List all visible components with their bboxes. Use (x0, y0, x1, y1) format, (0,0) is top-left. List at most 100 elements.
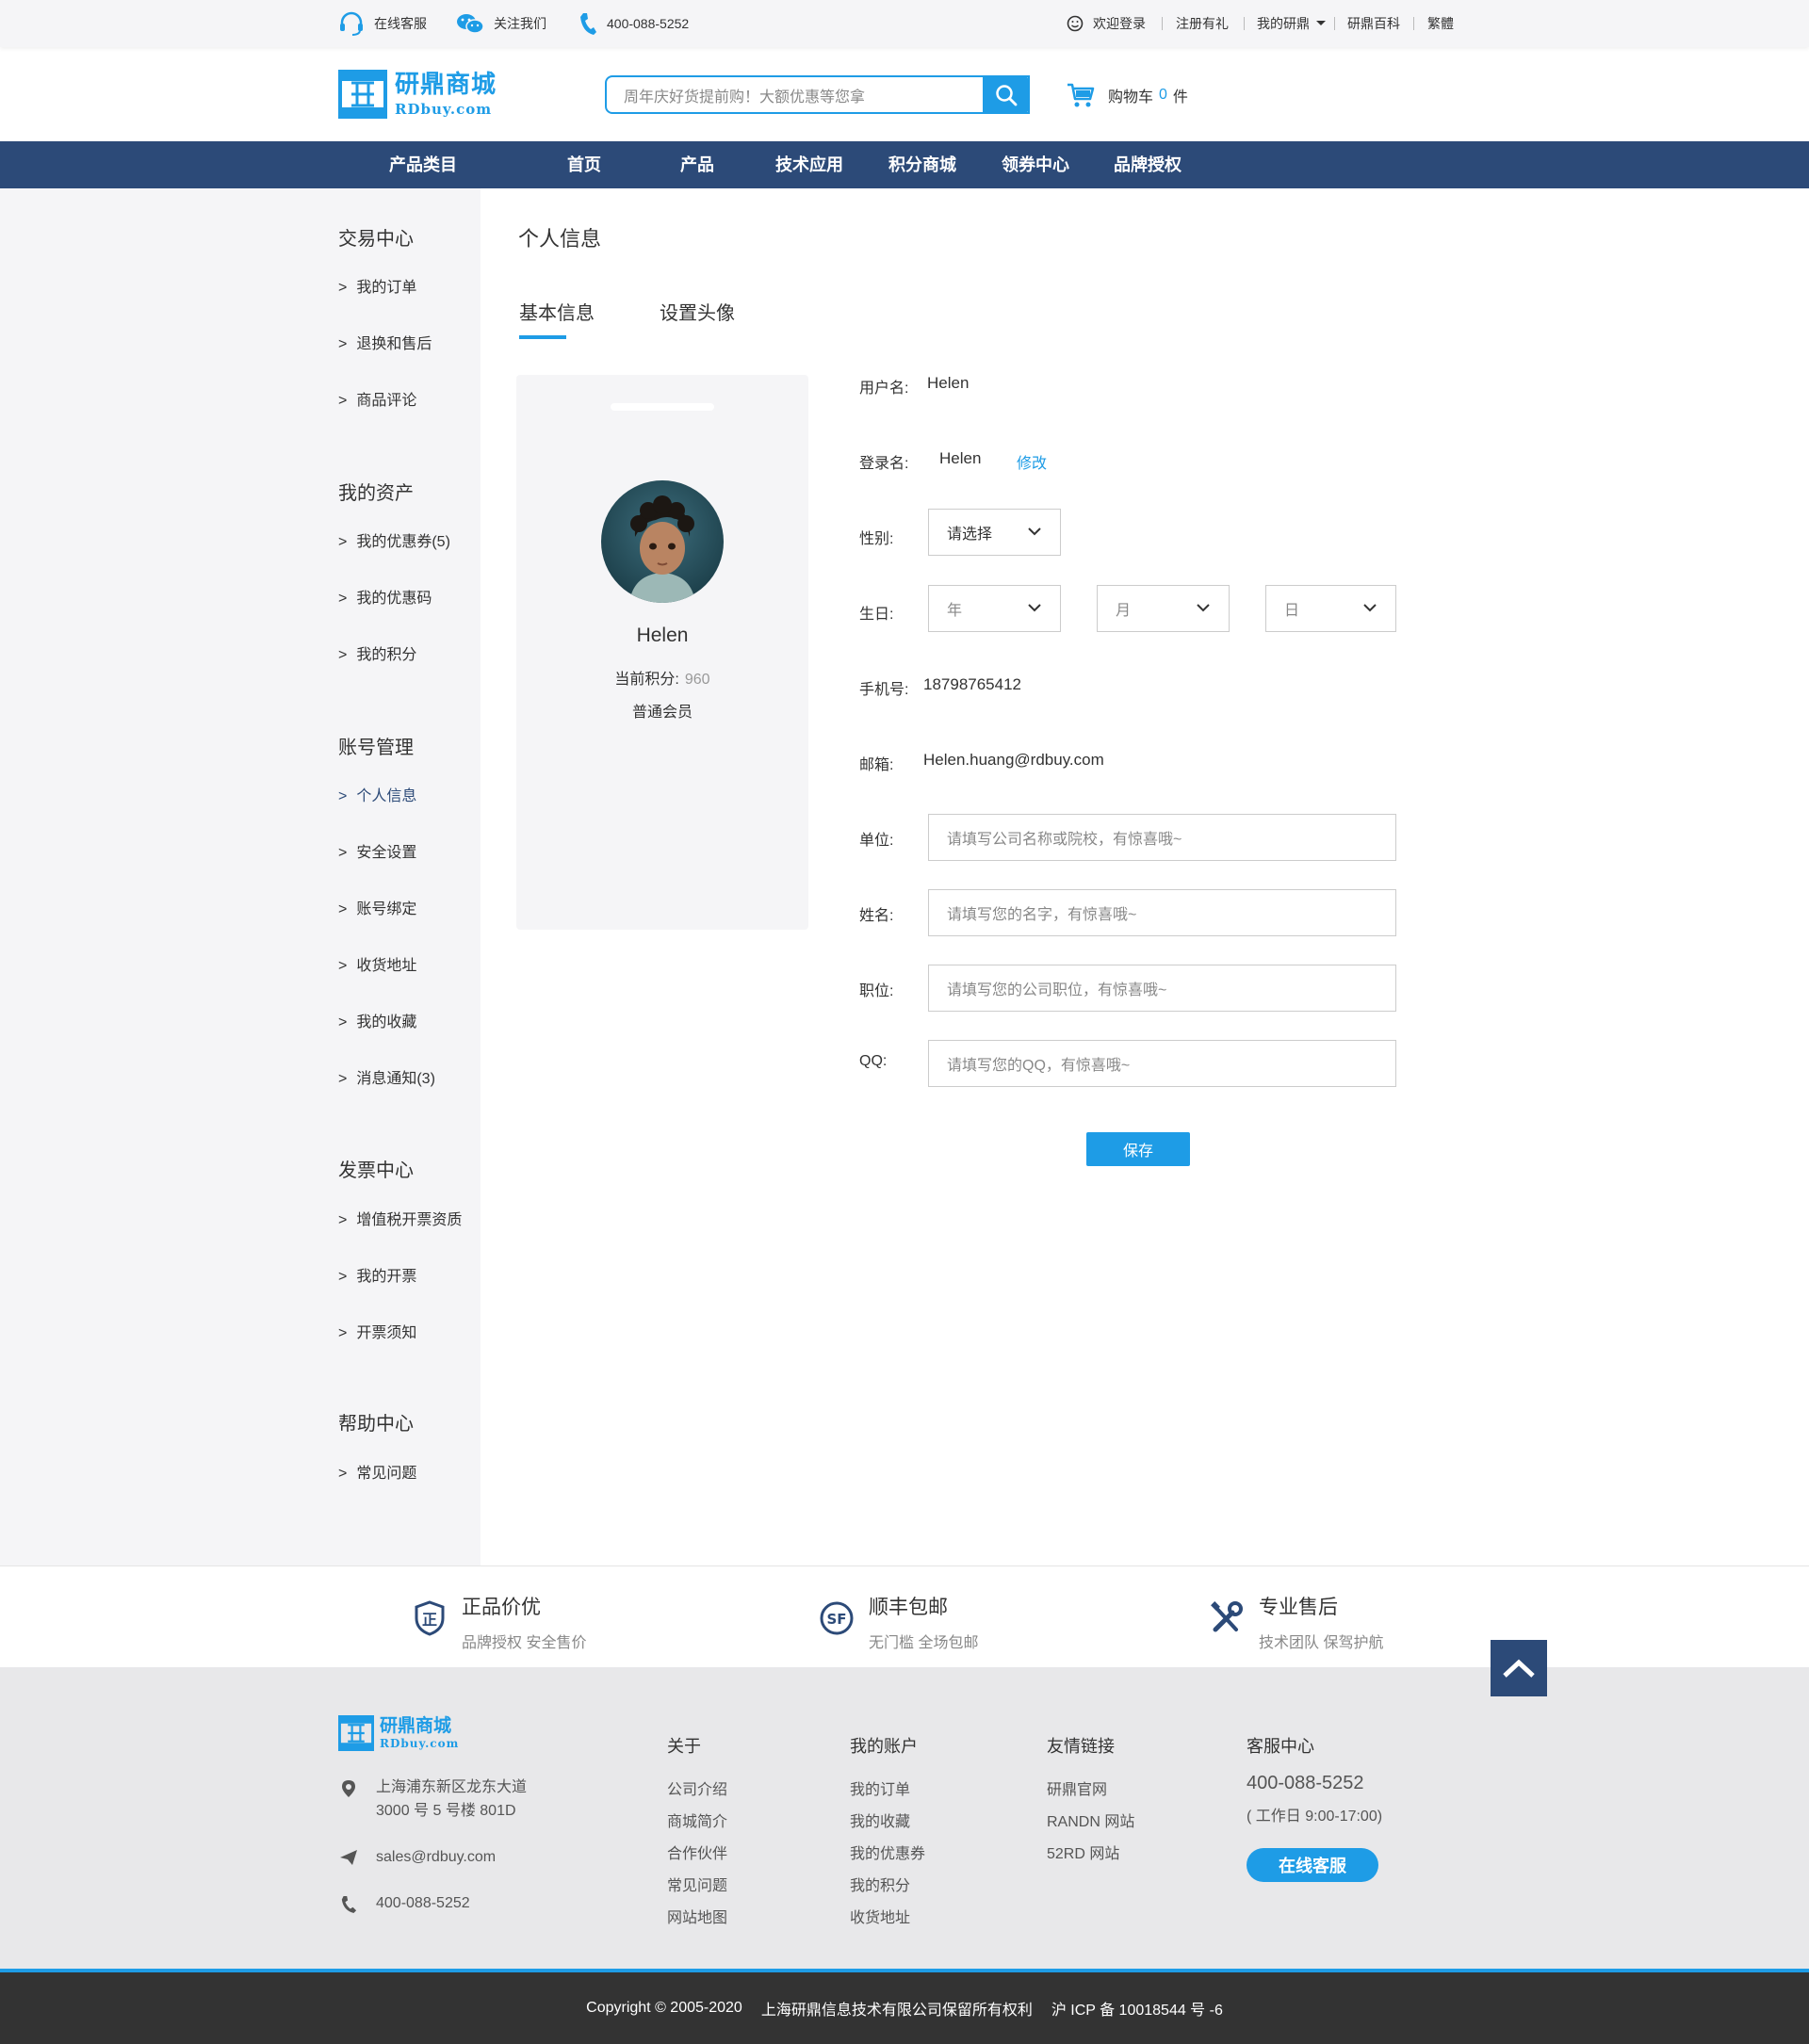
footer-link-orders[interactable]: 我的订单 (850, 1776, 910, 1799)
footer-link-addresses[interactable]: 收货地址 (850, 1905, 910, 1927)
sidebar-item-security[interactable]: > 安全设置 (338, 839, 416, 862)
sidebar-item-notifications[interactable]: > 消息通知(3) (338, 1065, 435, 1088)
welcome-login-link[interactable]: 欢迎登录 (1067, 0, 1146, 47)
svg-text:SF: SF (826, 1611, 846, 1628)
sidebar-item-personal-info[interactable]: > 个人信息 (338, 783, 416, 805)
sidebar-item-coupon-codes[interactable]: > 我的优惠码 (338, 585, 432, 608)
arrow-icon: > (338, 647, 348, 663)
sidebar-item-invoice-notes[interactable]: > 开票须知 (338, 1320, 416, 1342)
online-service-link[interactable]: 在线客服 (338, 0, 427, 47)
save-button[interactable]: 保存 (1086, 1132, 1190, 1166)
cart-link[interactable]: 购物车 0 件 (1067, 81, 1188, 109)
sidebar-item-label: 我的优惠券(5) (356, 534, 450, 550)
sidebar-item-points[interactable]: > 我的积分 (338, 641, 416, 664)
chevron-down-icon (1363, 604, 1377, 612)
arrow-icon: > (338, 280, 348, 296)
footer-link-randn[interactable]: RANDN 网站 (1047, 1809, 1134, 1831)
company-label: 单位: (859, 833, 894, 849)
sidebar-item-label: 账号绑定 (356, 901, 417, 917)
company-rights-text: 上海研鼎信息技术有限公司保留所有权利 (760, 2003, 1033, 2019)
birth-year-select[interactable]: 年 (928, 585, 1061, 632)
sidebar-item-addresses[interactable]: > 收货地址 (338, 952, 416, 975)
qq-input[interactable]: 请填写您的QQ，有惊喜哦~ (928, 1040, 1396, 1087)
arrow-icon: > (338, 1014, 348, 1030)
avatar[interactable] (601, 480, 724, 603)
search-input[interactable]: 周年庆好货提前购！大额优惠等您拿 (605, 75, 1030, 114)
nav-points-mall[interactable]: 积分商城 (888, 141, 956, 188)
nav-product-categories[interactable]: 产品类目 (389, 141, 457, 188)
sidebar-item-favorites[interactable]: > 我的收藏 (338, 1009, 416, 1031)
sidebar-item-coupons[interactable]: > 我的优惠券(5) (338, 528, 450, 551)
footer-heading-my-account: 我的账户 (850, 1737, 918, 1756)
my-account-dropdown[interactable]: 我的研鼎 (1257, 0, 1327, 47)
search-icon (996, 84, 1018, 105)
tools-icon (1211, 1601, 1243, 1632)
hotline: 400-088-5252 (579, 0, 689, 47)
position-input[interactable]: 请填写您的公司职位，有惊喜哦~ (928, 965, 1396, 1012)
cart-unit: 件 (1172, 89, 1188, 105)
search-placeholder: 周年庆好货提前购！大额优惠等您拿 (624, 89, 866, 105)
footer-email[interactable]: sales@rdbuy.com (338, 1845, 496, 1869)
birth-month-select[interactable]: 月 (1097, 585, 1230, 632)
edit-login-name-link[interactable]: 修改 (1017, 450, 1047, 473)
sidebar-heading-assets: 我的资产 (338, 483, 414, 504)
sidebar-item-account-binding[interactable]: > 账号绑定 (338, 896, 416, 918)
nav-products[interactable]: 产品 (680, 141, 714, 188)
footer-link-sitemap[interactable]: 网站地图 (667, 1905, 727, 1927)
sf-express-icon: SF (820, 1601, 854, 1635)
logo-mark-icon (338, 70, 387, 119)
sidebar-item-orders[interactable]: > 我的订单 (338, 274, 416, 297)
footer-link-points[interactable]: 我的积分 (850, 1873, 910, 1895)
sidebar-item-label: 退换和售后 (356, 336, 432, 352)
footer-link-mall-intro[interactable]: 商城简介 (667, 1809, 727, 1831)
page-title: 个人信息 (518, 227, 602, 251)
tab-avatar[interactable]: 设置头像 (660, 298, 735, 325)
nav-brand-authorization[interactable]: 品牌授权 (1114, 141, 1182, 188)
service-authentic: 正 正品价优 品牌授权 安全售价 (411, 1592, 586, 1652)
name-input[interactable]: 请填写您的名字，有惊喜哦~ (928, 889, 1396, 936)
sidebar-item-label: 消息通知(3) (356, 1071, 435, 1087)
register-link[interactable]: 注册有礼 (1176, 0, 1229, 47)
sidebar-item-vat-qualification[interactable]: > 增值税开票资质 (338, 1207, 462, 1229)
footer-logo[interactable]: 研鼎商城 RDbuy.com (338, 1715, 459, 1751)
arrow-icon: > (338, 534, 348, 550)
footer-link-favorites[interactable]: 我的收藏 (850, 1809, 910, 1831)
follow-us-link[interactable]: 关注我们 (456, 0, 546, 47)
gender-select[interactable]: 请选择 (928, 509, 1061, 556)
arrow-icon: > (338, 901, 348, 917)
footer-link-official-site[interactable]: 研鼎官网 (1047, 1776, 1107, 1799)
main-nav: 产品类目 首页 产品 技术应用 积分商城 领券中心 品牌授权 (0, 141, 1809, 188)
footer-link-partners[interactable]: 合作伙伴 (667, 1841, 727, 1863)
wiki-link[interactable]: 研鼎百科 (1347, 0, 1400, 47)
birth-day-select[interactable]: 日 (1265, 585, 1396, 632)
cart-label: 购物车 (1108, 89, 1154, 105)
nav-coupon-center[interactable]: 领券中心 (1002, 141, 1069, 188)
my-account-label: 我的研鼎 (1257, 16, 1310, 31)
nav-home[interactable]: 首页 (567, 141, 601, 188)
footer-link-company-intro[interactable]: 公司介绍 (667, 1776, 727, 1799)
site-logo[interactable]: 研鼎商城 RDbuy.com (338, 70, 497, 119)
sidebar-item-my-invoices[interactable]: > 我的开票 (338, 1263, 416, 1286)
chevron-down-icon (1197, 604, 1210, 612)
sidebar-item-returns[interactable]: > 退换和售后 (338, 331, 432, 353)
qq-placeholder: 请填写您的QQ，有惊喜哦~ (947, 1058, 1131, 1074)
online-service-button[interactable]: 在线客服 (1247, 1848, 1378, 1882)
back-to-top-button[interactable] (1491, 1640, 1547, 1696)
traditional-chinese-link[interactable]: 繁體 (1427, 0, 1454, 47)
phone-icon (580, 13, 596, 35)
footer-link-52rd[interactable]: 52RD 网站 (1047, 1841, 1119, 1863)
nav-tech-applications[interactable]: 技术应用 (775, 141, 843, 188)
service-subtitle: 品牌授权 安全售价 (462, 1635, 587, 1651)
search-button[interactable] (983, 75, 1030, 114)
footer-link-coupons[interactable]: 我的优惠券 (850, 1841, 925, 1863)
footer-link-faq[interactable]: 常见问题 (667, 1873, 727, 1895)
tab-basic-info[interactable]: 基本信息 (519, 298, 595, 325)
divider (0, 1565, 1809, 1566)
footer-logo-text-en: RDbuy.com (380, 1737, 460, 1750)
sidebar-item-reviews[interactable]: > 商品评论 (338, 387, 416, 410)
phone-value: 18798765412 (923, 675, 1022, 693)
footer-address: 上海浦东新区龙东大道 3000 号 5 号楼 801D (338, 1776, 527, 1823)
company-input[interactable]: 请填写公司名称或院校，有惊喜哦~ (928, 814, 1396, 861)
sidebar-item-faq[interactable]: > 常见问题 (338, 1460, 416, 1483)
sidebar-heading-help: 帮助中心 (338, 1414, 414, 1435)
